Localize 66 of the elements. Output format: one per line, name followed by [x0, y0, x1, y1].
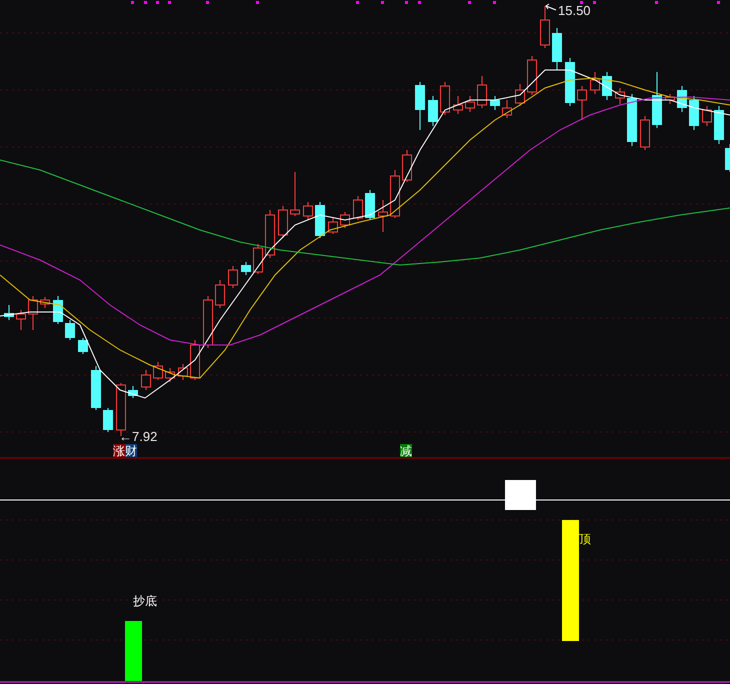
candlestick: [490, 96, 500, 110]
candlestick: [378, 200, 388, 232]
candlestick: [16, 310, 26, 330]
signal-tag: 财: [125, 444, 137, 458]
candlestick: [353, 196, 363, 220]
candlestick: [577, 86, 587, 120]
candlestick: [215, 280, 225, 308]
candlestick: [128, 386, 138, 398]
candlestick: [415, 82, 425, 130]
candlestick: [340, 212, 350, 228]
candlestick: [328, 218, 338, 234]
candlestick: [477, 76, 487, 108]
candlestick: [141, 370, 151, 390]
candlestick: [689, 96, 699, 130]
candlestick: [278, 206, 288, 238]
indicator-label: 抄底: [133, 594, 157, 608]
candlestick: [502, 100, 512, 118]
candlestick: [565, 58, 575, 106]
candlestick: [153, 362, 163, 380]
candlestick: [253, 244, 263, 274]
candlestick: [91, 366, 101, 410]
candlestick: [78, 338, 88, 354]
candlestick: [665, 94, 675, 104]
candlestick: [303, 202, 313, 220]
candlestick: [527, 56, 537, 96]
candlestick: [402, 150, 412, 182]
candlestick: [640, 116, 650, 150]
candlestick: [103, 408, 113, 432]
candlestick: [515, 84, 525, 106]
candlestick: [265, 210, 275, 258]
pointer-icon: [545, 4, 556, 10]
buy-signal-bar: [125, 621, 142, 681]
candlestick: [4, 304, 14, 320]
candlestick: [602, 72, 612, 100]
candlestick: [40, 296, 50, 308]
candlestick: [627, 94, 637, 146]
candlestick: [390, 170, 400, 218]
candlestick: [315, 202, 325, 238]
candlestick: [203, 296, 213, 348]
candlestick: [241, 262, 251, 276]
candlestick: [178, 364, 188, 380]
candlestick: [53, 296, 63, 324]
candlestick: [652, 72, 662, 128]
signal-block: [505, 480, 536, 510]
candlestick: [465, 96, 475, 112]
candlestick: [28, 296, 38, 330]
high-price-label: 15.50: [558, 3, 591, 18]
candlestick: [440, 82, 450, 116]
candlestick: [165, 368, 175, 382]
indicator-label: 顶: [579, 532, 591, 546]
candlestick: [428, 96, 438, 126]
candlestick: [290, 172, 300, 216]
candlestick: [453, 96, 463, 114]
signal-tag: 减: [400, 444, 412, 458]
candlestick: [365, 190, 375, 220]
candlestick: [65, 320, 75, 340]
low-price-label: ←7.92: [119, 429, 158, 444]
candlestick: [590, 72, 600, 94]
candlestick: [552, 28, 562, 70]
candlestick: [190, 340, 200, 380]
candlestick: [615, 88, 625, 104]
candlestick: [702, 106, 712, 126]
candlestick: [677, 86, 687, 112]
candlestick: [228, 266, 238, 288]
signal-tag: 涨: [113, 444, 125, 458]
candlestick: [540, 6, 550, 48]
